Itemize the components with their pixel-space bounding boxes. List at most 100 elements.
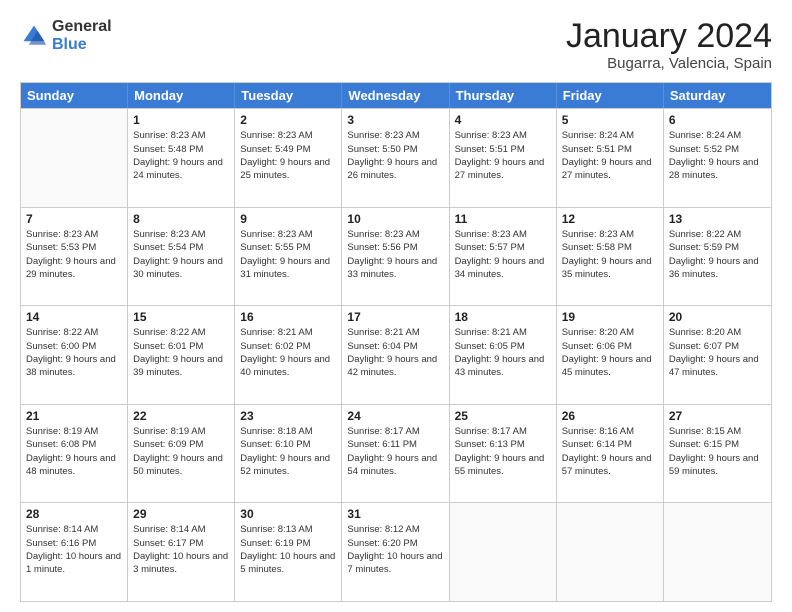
calendar-cell: 18 Sunrise: 8:21 AM Sunset: 6:05 PM Dayli… [450, 306, 557, 404]
calendar-row: 7 Sunrise: 8:23 AM Sunset: 5:53 PM Daylig… [21, 207, 771, 306]
day-info: Sunrise: 8:20 AM Sunset: 6:06 PM Dayligh… [562, 326, 658, 379]
day-number: 18 [455, 310, 551, 324]
day-number: 21 [26, 409, 122, 423]
weekday-header: Friday [557, 83, 664, 108]
calendar-cell: 26 Sunrise: 8:16 AM Sunset: 6:14 PM Dayli… [557, 405, 664, 503]
day-number: 14 [26, 310, 122, 324]
calendar-cell: 22 Sunrise: 8:19 AM Sunset: 6:09 PM Dayli… [128, 405, 235, 503]
calendar-cell: 16 Sunrise: 8:21 AM Sunset: 6:02 PM Dayli… [235, 306, 342, 404]
day-number: 16 [240, 310, 336, 324]
calendar-cell: 14 Sunrise: 8:22 AM Sunset: 6:00 PM Dayli… [21, 306, 128, 404]
day-info: Sunrise: 8:20 AM Sunset: 6:07 PM Dayligh… [669, 326, 766, 379]
calendar-cell: 11Sunrise: 8:23 AM Sunset: 5:57 PM Dayli… [450, 208, 557, 306]
day-number: 8 [133, 212, 229, 226]
day-info: Sunrise: 8:17 AM Sunset: 6:11 PM Dayligh… [347, 425, 443, 478]
day-number: 22 [133, 409, 229, 423]
calendar-cell: 19Sunrise: 8:20 AM Sunset: 6:06 PM Dayli… [557, 306, 664, 404]
header: General Blue January 2024 Bugarra, Valen… [20, 18, 772, 72]
day-number: 24 [347, 409, 443, 423]
calendar-cell: 15 Sunrise: 8:22 AM Sunset: 6:01 PM Dayli… [128, 306, 235, 404]
day-number: 23 [240, 409, 336, 423]
day-number: 13 [669, 212, 766, 226]
calendar-cell: 28 Sunrise: 8:14 AM Sunset: 6:16 PM Dayli… [21, 503, 128, 601]
day-info: Sunrise: 8:21 AM Sunset: 6:02 PM Dayligh… [240, 326, 336, 379]
day-info: Sunrise: 8:23 AM Sunset: 5:56 PM Dayligh… [347, 228, 443, 281]
day-info: Sunrise: 8:23 AM Sunset: 5:55 PM Dayligh… [240, 228, 336, 281]
main-title: January 2024 [566, 18, 772, 55]
day-number: 3 [347, 113, 443, 127]
logo-text: General Blue [52, 18, 112, 53]
day-number: 1 [133, 113, 229, 127]
day-number: 25 [455, 409, 551, 423]
calendar-cell: 24 Sunrise: 8:17 AM Sunset: 6:11 PM Dayli… [342, 405, 449, 503]
weekday-header: Wednesday [342, 83, 449, 108]
day-number: 30 [240, 507, 336, 521]
day-info: Sunrise: 8:24 AM Sunset: 5:52 PM Dayligh… [669, 129, 766, 182]
day-number: 11 [455, 212, 551, 226]
day-number: 10 [347, 212, 443, 226]
day-number: 7 [26, 212, 122, 226]
calendar-cell: 8 Sunrise: 8:23 AM Sunset: 5:54 PM Daylig… [128, 208, 235, 306]
weekday-header: Sunday [21, 83, 128, 108]
calendar-row: 14 Sunrise: 8:22 AM Sunset: 6:00 PM Dayli… [21, 305, 771, 404]
logo-blue-label: Blue [52, 36, 112, 54]
day-info: Sunrise: 8:16 AM Sunset: 6:14 PM Dayligh… [562, 425, 658, 478]
calendar-row: 1 Sunrise: 8:23 AM Sunset: 5:48 PM Daylig… [21, 108, 771, 207]
day-number: 27 [669, 409, 766, 423]
day-info: Sunrise: 8:23 AM Sunset: 5:53 PM Dayligh… [26, 228, 122, 281]
calendar-cell: 13 Sunrise: 8:22 AM Sunset: 5:59 PM Dayli… [664, 208, 771, 306]
day-info: Sunrise: 8:23 AM Sunset: 5:54 PM Dayligh… [133, 228, 229, 281]
day-number: 17 [347, 310, 443, 324]
calendar-row: 21 Sunrise: 8:19 AM Sunset: 6:08 PM Dayli… [21, 404, 771, 503]
day-number: 15 [133, 310, 229, 324]
calendar-cell: 27 Sunrise: 8:15 AM Sunset: 6:15 PM Dayli… [664, 405, 771, 503]
calendar-cell: 6Sunrise: 8:24 AM Sunset: 5:52 PM Daylig… [664, 109, 771, 207]
calendar-cell: 3 Sunrise: 8:23 AM Sunset: 5:50 PM Daylig… [342, 109, 449, 207]
day-info: Sunrise: 8:22 AM Sunset: 5:59 PM Dayligh… [669, 228, 766, 281]
calendar-cell: 20 Sunrise: 8:20 AM Sunset: 6:07 PM Dayli… [664, 306, 771, 404]
calendar-cell: 9Sunrise: 8:23 AM Sunset: 5:55 PM Daylig… [235, 208, 342, 306]
day-info: Sunrise: 8:14 AM Sunset: 6:16 PM Dayligh… [26, 523, 122, 576]
day-number: 26 [562, 409, 658, 423]
title-block: January 2024 Bugarra, Valencia, Spain [566, 18, 772, 72]
calendar-cell: 5 Sunrise: 8:24 AM Sunset: 5:51 PM Daylig… [557, 109, 664, 207]
day-info: Sunrise: 8:12 AM Sunset: 6:20 PM Dayligh… [347, 523, 443, 576]
day-info: Sunrise: 8:23 AM Sunset: 5:58 PM Dayligh… [562, 228, 658, 281]
subtitle: Bugarra, Valencia, Spain [566, 55, 772, 72]
calendar-cell: 25 Sunrise: 8:17 AM Sunset: 6:13 PM Dayli… [450, 405, 557, 503]
calendar-cell: 7 Sunrise: 8:23 AM Sunset: 5:53 PM Daylig… [21, 208, 128, 306]
day-number: 28 [26, 507, 122, 521]
day-info: Sunrise: 8:22 AM Sunset: 6:00 PM Dayligh… [26, 326, 122, 379]
day-info: Sunrise: 8:14 AM Sunset: 6:17 PM Dayligh… [133, 523, 229, 576]
calendar-header: SundayMondayTuesdayWednesdayThursdayFrid… [21, 83, 771, 108]
day-info: Sunrise: 8:23 AM Sunset: 5:51 PM Dayligh… [455, 129, 551, 182]
day-info: Sunrise: 8:23 AM Sunset: 5:50 PM Dayligh… [347, 129, 443, 182]
calendar-body: 1 Sunrise: 8:23 AM Sunset: 5:48 PM Daylig… [21, 108, 771, 601]
day-number: 5 [562, 113, 658, 127]
day-info: Sunrise: 8:19 AM Sunset: 6:08 PM Dayligh… [26, 425, 122, 478]
calendar-cell: 29Sunrise: 8:14 AM Sunset: 6:17 PM Dayli… [128, 503, 235, 601]
day-info: Sunrise: 8:18 AM Sunset: 6:10 PM Dayligh… [240, 425, 336, 478]
calendar-cell: 4 Sunrise: 8:23 AM Sunset: 5:51 PM Daylig… [450, 109, 557, 207]
logo: General Blue [20, 18, 112, 53]
day-info: Sunrise: 8:23 AM Sunset: 5:49 PM Dayligh… [240, 129, 336, 182]
day-info: Sunrise: 8:22 AM Sunset: 6:01 PM Dayligh… [133, 326, 229, 379]
calendar-cell [664, 503, 771, 601]
calendar-cell: 30 Sunrise: 8:13 AM Sunset: 6:19 PM Dayli… [235, 503, 342, 601]
day-info: Sunrise: 8:21 AM Sunset: 6:05 PM Dayligh… [455, 326, 551, 379]
calendar-cell [557, 503, 664, 601]
day-info: Sunrise: 8:17 AM Sunset: 6:13 PM Dayligh… [455, 425, 551, 478]
day-number: 20 [669, 310, 766, 324]
calendar-cell: 2Sunrise: 8:23 AM Sunset: 5:49 PM Daylig… [235, 109, 342, 207]
calendar-cell [450, 503, 557, 601]
logo-general-label: General [52, 18, 112, 36]
day-info: Sunrise: 8:15 AM Sunset: 6:15 PM Dayligh… [669, 425, 766, 478]
logo-icon [20, 22, 48, 50]
day-info: Sunrise: 8:23 AM Sunset: 5:48 PM Dayligh… [133, 129, 229, 182]
day-info: Sunrise: 8:13 AM Sunset: 6:19 PM Dayligh… [240, 523, 336, 576]
weekday-header: Monday [128, 83, 235, 108]
day-info: Sunrise: 8:24 AM Sunset: 5:51 PM Dayligh… [562, 129, 658, 182]
day-number: 4 [455, 113, 551, 127]
page: General Blue January 2024 Bugarra, Valen… [0, 0, 792, 612]
day-info: Sunrise: 8:19 AM Sunset: 6:09 PM Dayligh… [133, 425, 229, 478]
